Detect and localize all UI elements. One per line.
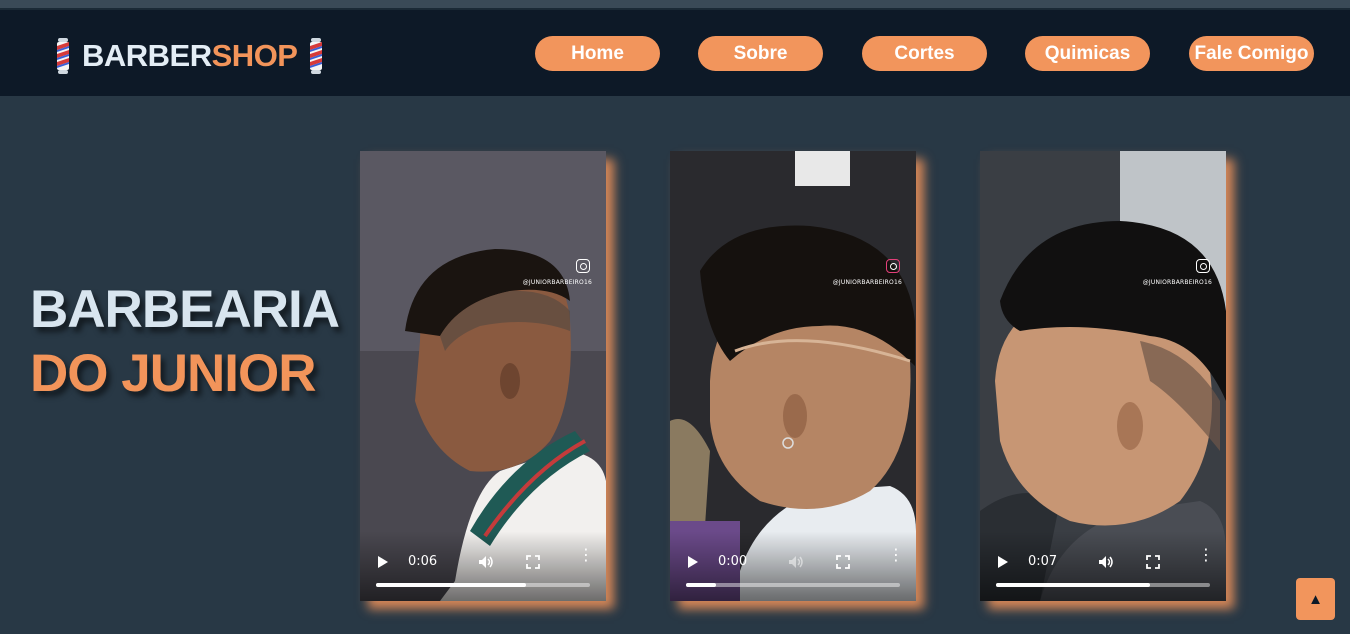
nav-sobre-button[interactable]: Sobre: [698, 36, 823, 71]
scroll-to-top-button[interactable]: ▲: [1296, 578, 1335, 620]
video-time: 0:00: [718, 554, 748, 569]
instagram-icon: [576, 259, 590, 273]
fullscreen-icon[interactable]: [526, 555, 540, 569]
video-player-2[interactable]: @JUNIORBARBEIRO16 0:00 ⋮: [670, 151, 916, 601]
play-icon[interactable]: [688, 556, 698, 568]
video-controls: 0:06 ⋮: [360, 531, 606, 601]
video-progress-fill: [376, 583, 526, 587]
hero-title: BARBEARIA DO JUNIOR: [30, 278, 340, 406]
instagram-icon: [886, 259, 900, 273]
hero-title-line2: DO JUNIOR: [30, 344, 316, 403]
hero-title-line1: BARBEARIA: [30, 280, 340, 339]
video-progress-fill: [686, 583, 716, 587]
instagram-icon: [1196, 259, 1210, 273]
video-player-1[interactable]: @JUNIORBARBEIRO16 0:06 ⋮: [360, 151, 606, 601]
logo-text-barber: BARBER: [82, 38, 212, 73]
video-progress-bar[interactable]: [686, 583, 900, 587]
more-options-icon[interactable]: ⋮: [1198, 548, 1214, 571]
logo-text-shop: SHOP: [211, 38, 298, 73]
video-controls: 0:07 ⋮: [980, 531, 1226, 601]
more-options-icon[interactable]: ⋮: [578, 548, 594, 571]
volume-icon[interactable]: [478, 555, 494, 569]
browser-top-strip: [0, 0, 1350, 10]
instagram-handle: @JUNIORBARBEIRO16: [522, 279, 592, 286]
nav-quimicas-button[interactable]: Quimicas: [1025, 36, 1150, 71]
video-controls: 0:00 ⋮: [670, 531, 916, 601]
barber-pole-icon: [310, 38, 323, 74]
nav-cortes-button[interactable]: Cortes: [862, 36, 987, 71]
play-icon[interactable]: [998, 556, 1008, 568]
instagram-handle: @JUNIORBARBEIRO16: [1142, 279, 1212, 286]
site-logo[interactable]: BARBERSHOP: [52, 36, 327, 76]
nav-fale-comigo-button[interactable]: Fale Comigo: [1189, 36, 1314, 71]
video-progress-fill: [996, 583, 1151, 587]
fullscreen-icon[interactable]: [836, 555, 850, 569]
video-player-3[interactable]: @JUNIORBARBEIRO16 0:07 ⋮: [980, 151, 1226, 601]
barber-pole-icon: [57, 38, 69, 74]
volume-icon[interactable]: [1098, 555, 1114, 569]
video-progress-bar[interactable]: [996, 583, 1210, 587]
more-options-icon[interactable]: ⋮: [888, 548, 904, 571]
video-time: 0:07: [1028, 554, 1058, 569]
instagram-handle: @JUNIORBARBEIRO16: [832, 279, 902, 286]
video-progress-bar[interactable]: [376, 583, 590, 587]
arrow-up-icon: ▲: [1308, 590, 1323, 608]
play-icon[interactable]: [378, 556, 388, 568]
video-time: 0:06: [408, 554, 438, 569]
site-header: BARBERSHOP Home Sobre Cortes Quimicas Fa…: [0, 10, 1350, 96]
volume-icon[interactable]: [788, 555, 804, 569]
fullscreen-icon[interactable]: [1146, 555, 1160, 569]
nav-home-button[interactable]: Home: [535, 36, 660, 71]
